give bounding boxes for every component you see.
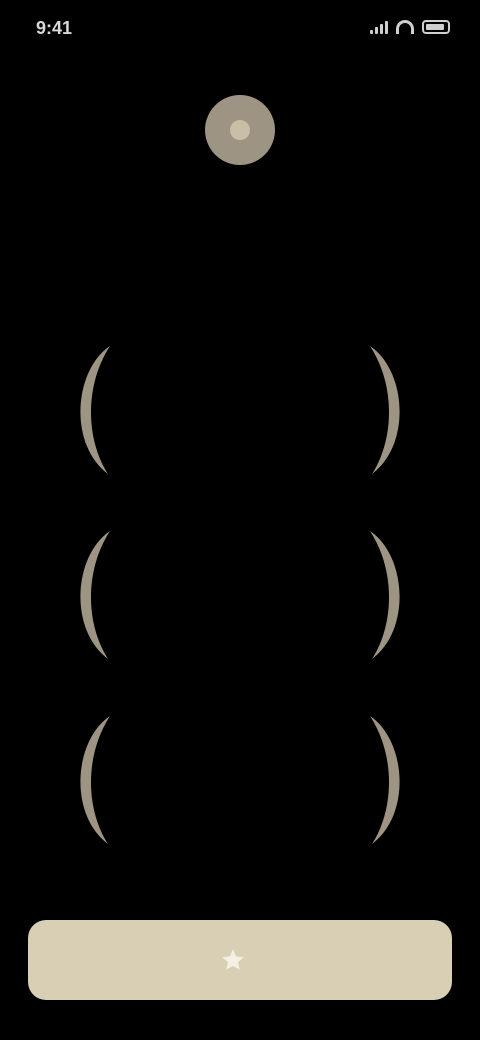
award-item bbox=[0, 515, 480, 675]
status-time: 9:41 bbox=[36, 18, 73, 38]
laurel-left-icon bbox=[80, 531, 110, 659]
award-item bbox=[0, 700, 480, 860]
signal-icon bbox=[370, 20, 388, 34]
award-item bbox=[0, 330, 480, 490]
laurel-right-icon bbox=[370, 346, 400, 474]
awards-screen: 9:41 bbox=[0, 0, 480, 1040]
status-bar: 9:41 bbox=[0, 0, 480, 56]
laurel-right-icon bbox=[370, 531, 400, 659]
app-logo-icon bbox=[205, 95, 275, 165]
battery-icon bbox=[422, 20, 450, 34]
star-icon bbox=[220, 947, 246, 973]
laurel-left-icon bbox=[80, 346, 110, 474]
wifi-icon bbox=[396, 20, 414, 34]
continue-button[interactable] bbox=[28, 920, 452, 1000]
logo-mark-icon bbox=[230, 120, 250, 140]
laurel-left-icon bbox=[80, 716, 110, 844]
laurel-right-icon bbox=[370, 716, 400, 844]
status-icons bbox=[370, 20, 450, 34]
